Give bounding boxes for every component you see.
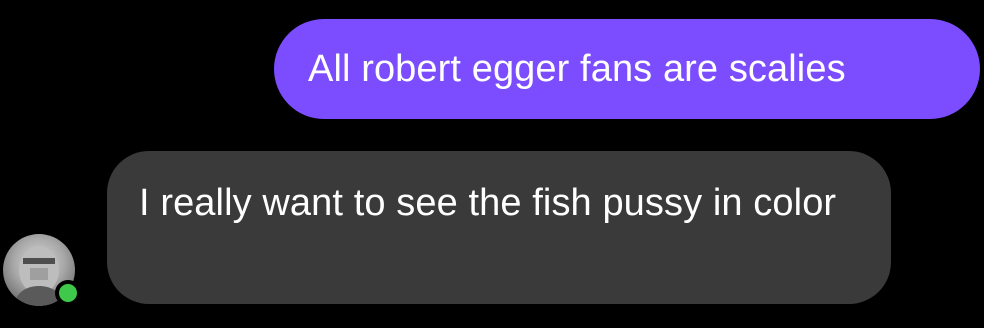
sent-message-bubble[interactable]: All robert egger fans are scalies [274,19,980,119]
sender-avatar-container[interactable] [3,234,81,308]
received-message-bubble[interactable]: I really want to see the fish pussy in c… [107,151,891,304]
chat-thread: All robert egger fans are scalies I real… [0,0,984,328]
online-status-indicator [55,280,81,306]
